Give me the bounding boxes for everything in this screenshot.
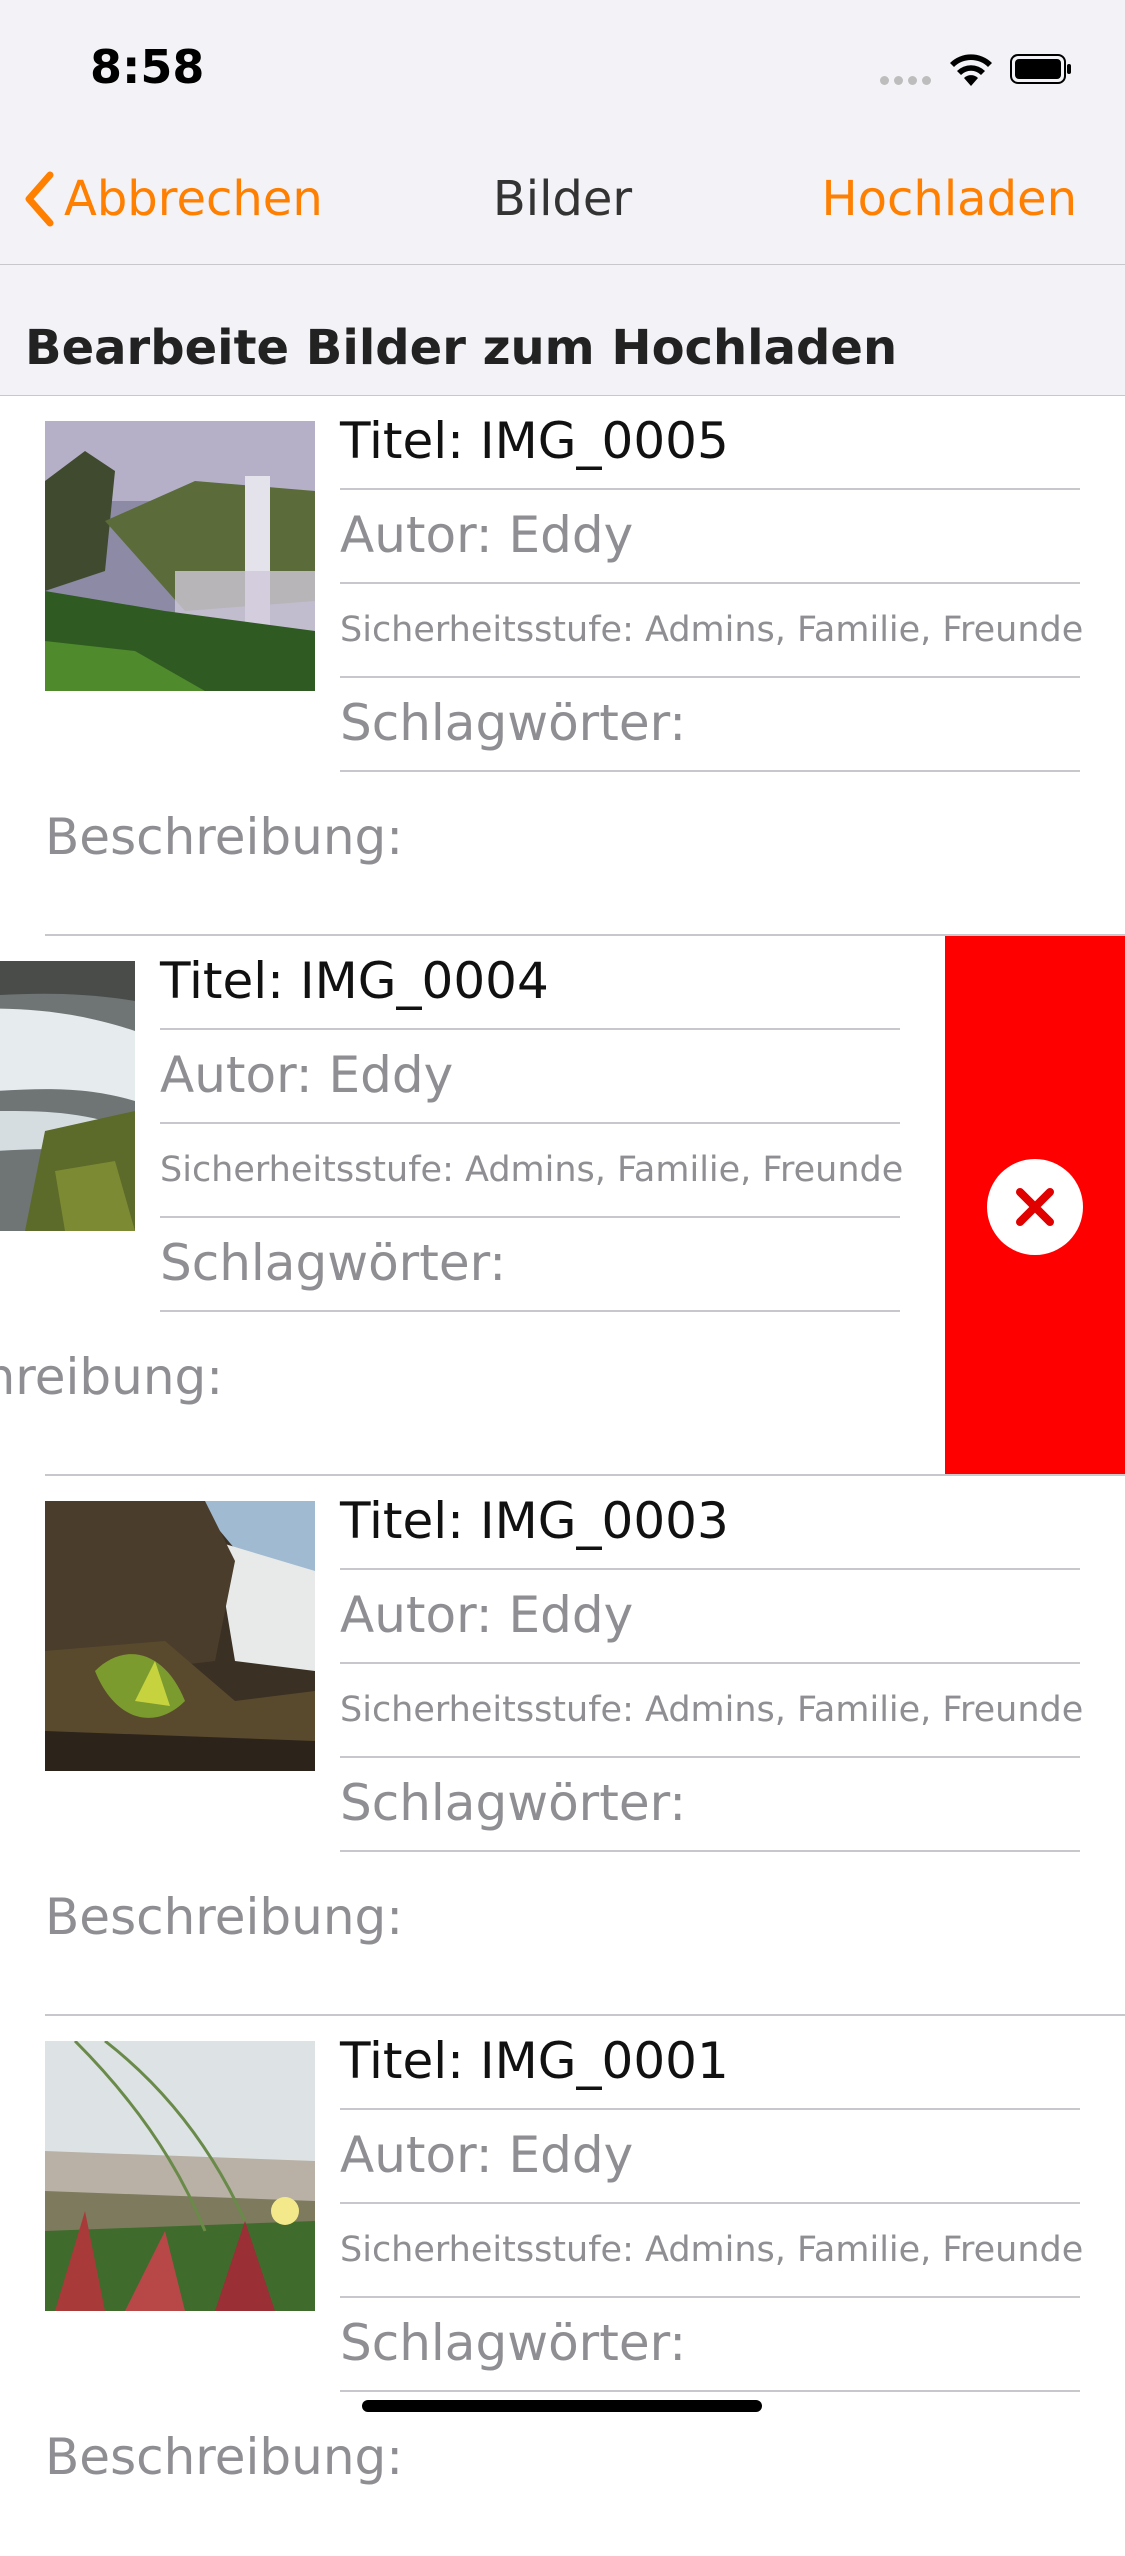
status-time: 8:58 <box>90 40 205 94</box>
waterfall-plants-image[interactable] <box>45 1501 315 1771</box>
title-field[interactable]: Titel: IMG_0003 <box>340 1476 1080 1570</box>
image-cell[interactable]: Titel: IMG_0003 Autor: Eddy Sicherheitss… <box>0 1476 1125 2016</box>
tags-field[interactable]: Schlagwörter: <box>340 678 1080 772</box>
battery-icon <box>1010 54 1071 84</box>
description-field[interactable]: Beschreibung: <box>45 808 403 866</box>
waterfall-cliff-image[interactable] <box>45 421 315 691</box>
author-field[interactable]: Autor: Eddy <box>340 2110 1080 2204</box>
cellular-signal-icon <box>880 76 932 85</box>
image-cell-swiped[interactable]: Titel: IMG_0004 Autor: Eddy Sicherheitss… <box>0 936 1125 1476</box>
image-cell-content: Titel: IMG_0005 Autor: Eddy Sicherheitss… <box>0 396 1125 936</box>
delete-button[interactable] <box>945 936 1125 1476</box>
image-cell-content: Titel: IMG_0001 Autor: Eddy Sicherheitss… <box>0 2016 1125 2556</box>
author-field[interactable]: Autor: Eddy <box>160 1030 900 1124</box>
tags-field[interactable]: Schlagwörter: <box>340 1758 1080 1852</box>
wifi-icon <box>950 54 992 86</box>
image-cell[interactable]: Titel: IMG_0005 Autor: Eddy Sicherheitss… <box>0 396 1125 936</box>
image-cell-content: Titel: IMG_0003 Autor: Eddy Sicherheitss… <box>0 1476 1125 2016</box>
title-field[interactable]: Titel: IMG_0004 <box>160 936 900 1030</box>
image-cell-content: Titel: IMG_0004 Autor: Eddy Sicherheitss… <box>0 936 945 1476</box>
dune-grass-image[interactable] <box>45 2041 315 2311</box>
security-level-field[interactable]: Sicherheitsstufe: Admins, Familie, Freun… <box>340 2204 1083 2298</box>
close-icon <box>987 1159 1083 1255</box>
image-cell[interactable]: Titel: IMG_0001 Autor: Eddy Sicherheitss… <box>0 2016 1125 2556</box>
description-field[interactable]: Beschreibung: <box>45 1888 403 1946</box>
home-indicator <box>362 2400 762 2412</box>
section-title: Bearbeite Bilder zum Hochladen <box>25 320 898 376</box>
security-level-field[interactable]: Sicherheitsstufe: Admins, Familie, Freun… <box>340 1664 1083 1758</box>
tags-field[interactable]: Schlagwörter: <box>340 2298 1080 2392</box>
security-level-field[interactable]: Sicherheitsstufe: Admins, Familie, Freun… <box>340 584 1083 678</box>
title-field[interactable]: Titel: IMG_0001 <box>340 2016 1080 2110</box>
author-field[interactable]: Autor: Eddy <box>340 1570 1080 1664</box>
upload-button[interactable]: Hochladen <box>822 166 1077 232</box>
author-field[interactable]: Autor: Eddy <box>340 490 1080 584</box>
description-field[interactable]: Beschreibung: <box>0 1348 223 1406</box>
description-field[interactable]: Beschreibung: <box>45 2428 403 2486</box>
security-level-field[interactable]: Sicherheitsstufe: Admins, Familie, Freun… <box>160 1124 903 1218</box>
title-field[interactable]: Titel: IMG_0005 <box>340 396 1080 490</box>
tags-field[interactable]: Schlagwörter: <box>160 1218 900 1312</box>
stream-rocks-image[interactable] <box>0 961 135 1231</box>
